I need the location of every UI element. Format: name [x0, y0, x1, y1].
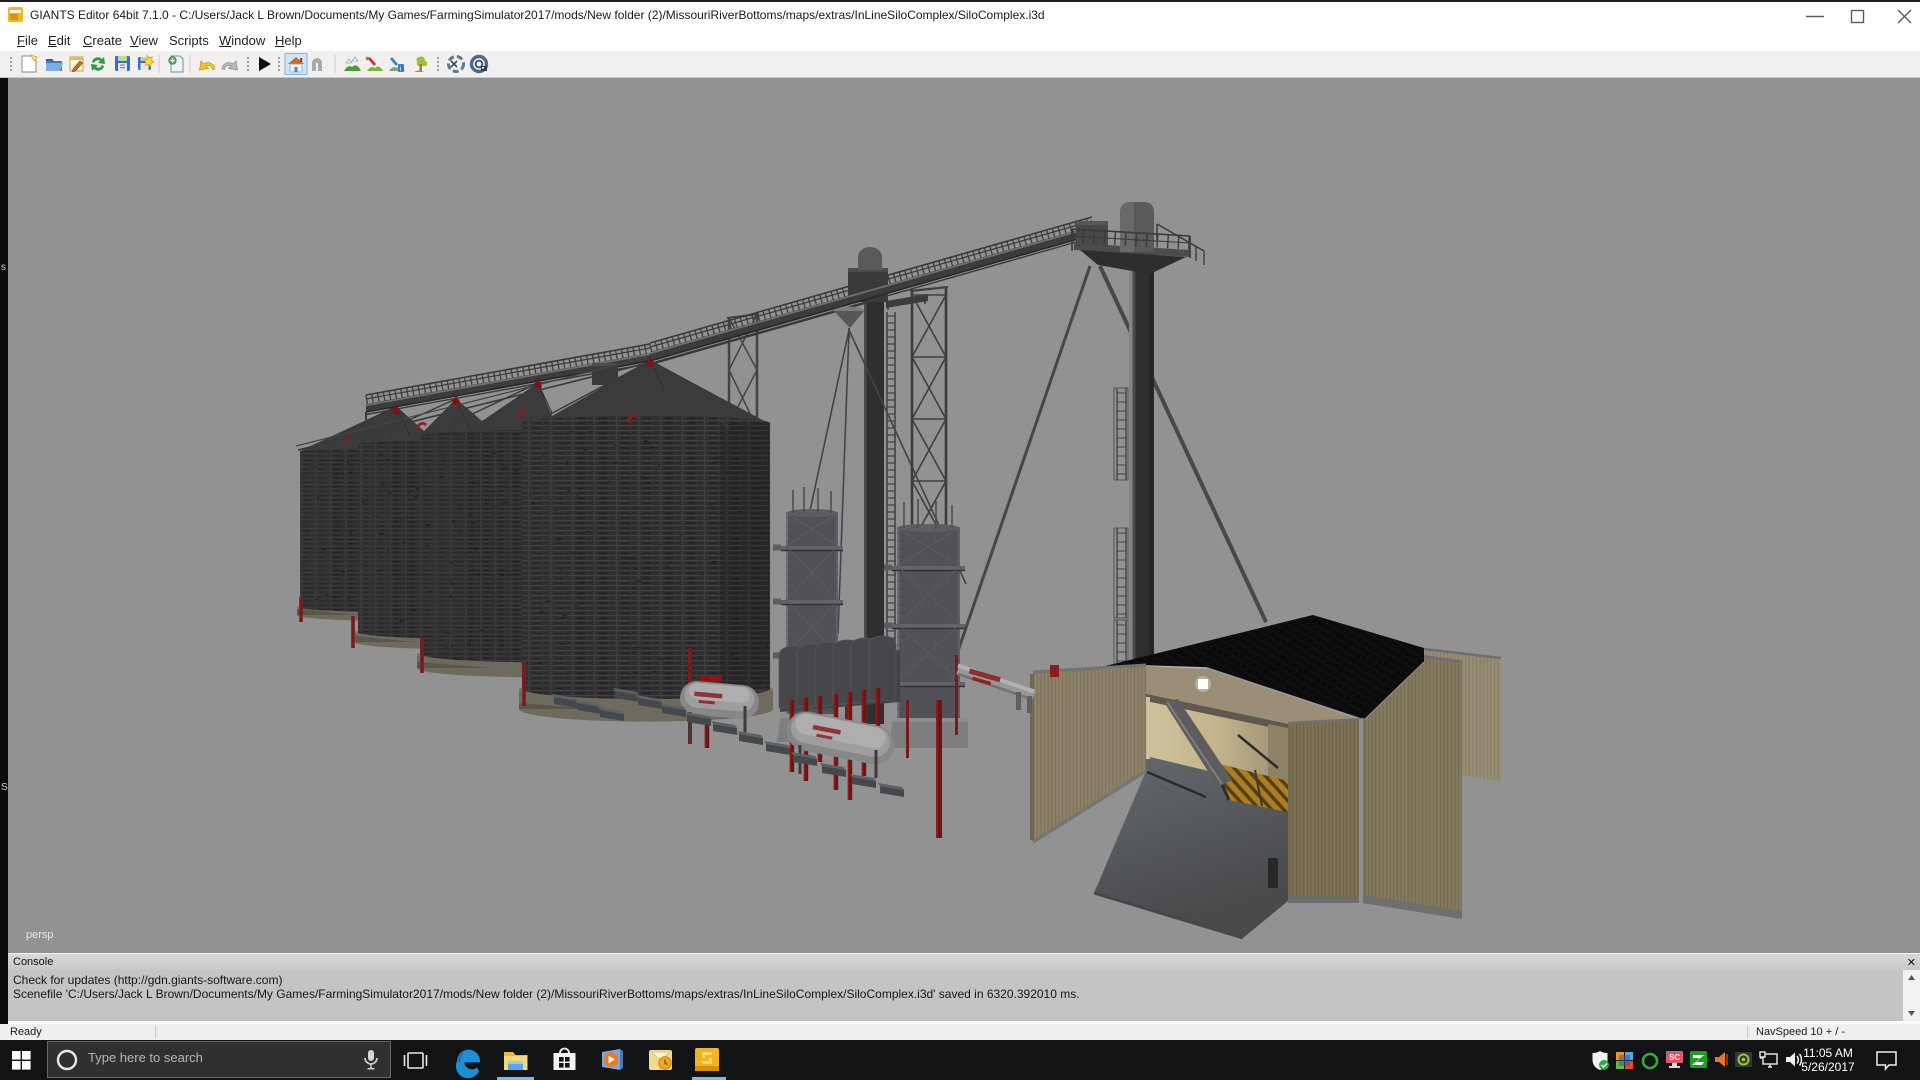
svg-text:SC: SC — [1669, 1053, 1680, 1062]
